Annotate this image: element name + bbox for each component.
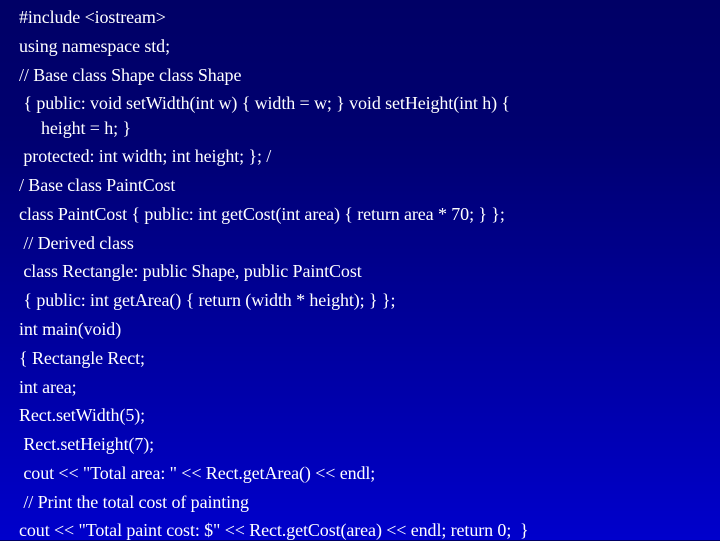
code-line-protected: protected: int width; int height; }; / — [19, 146, 272, 166]
code-line-comment-shape: // Base class Shape class Shape — [19, 65, 242, 85]
code-line-rectangle-class: class Rectangle: public Shape, public Pa… — [19, 261, 362, 281]
code-line-setwidth-call: Rect.setWidth(5); — [19, 405, 146, 425]
code-line-getarea: { public: int getArea() { return (width … — [19, 290, 396, 310]
code-line-setheight-call: Rect.setHeight(7); — [19, 434, 155, 454]
code-line-comment-paintcost: / Base class PaintCost — [19, 175, 176, 195]
code-line-area-decl: int area; — [19, 377, 77, 397]
code-line-rect-decl: { Rectangle Rect; — [19, 348, 145, 368]
code-line-using-namespace: using namespace std; — [19, 36, 170, 56]
code-line-cout-cost: cout << "Total paint cost: $" << Rect.ge… — [19, 520, 529, 540]
code-line-paintcost-class: class PaintCost { public: int getCost(in… — [19, 204, 505, 224]
code-slide: #include <iostream> using namespace std;… — [0, 0, 720, 540]
code-line-main: int main(void) — [19, 319, 122, 339]
code-line-height-assign: height = h; } — [19, 118, 131, 138]
code-line-include: #include <iostream> — [19, 7, 166, 27]
code-line-cout-area: cout << "Total area: " << Rect.getArea()… — [19, 463, 376, 483]
code-line-comment-derived: // Derived class — [19, 233, 134, 253]
code-line-shape-public: { public: void setWidth(int w) { width =… — [19, 93, 510, 113]
code-line-comment-print: // Print the total cost of painting — [19, 492, 249, 512]
